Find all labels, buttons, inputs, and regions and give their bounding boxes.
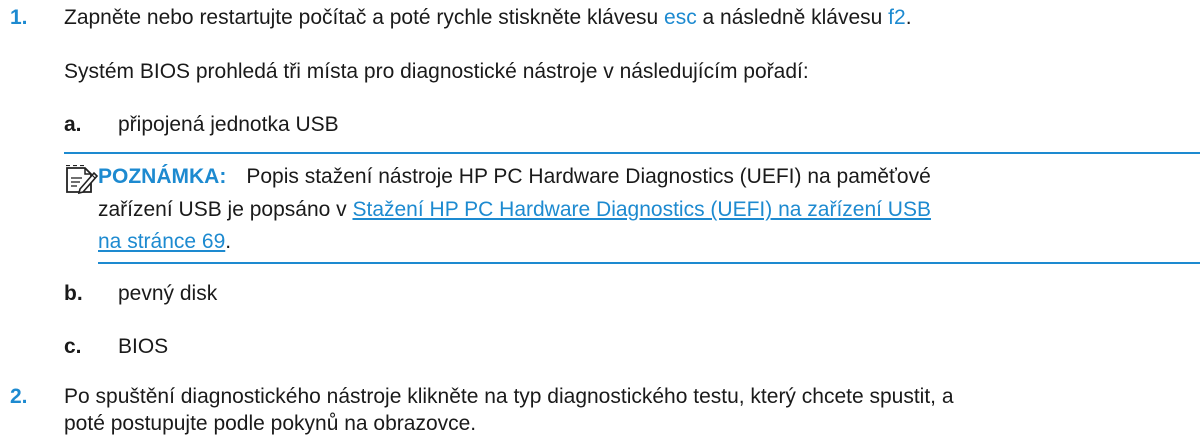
step-2-line-2: poté postupujte podle pokynů na obrazovc… <box>64 412 477 435</box>
note-text-line-2: zařízení USB je popsáno v <box>98 198 353 221</box>
key-esc: esc <box>664 6 697 29</box>
step-1-text-before: Zapněte nebo restartujte počítač a poté … <box>64 6 665 29</box>
step-2-number: 2. <box>10 385 28 408</box>
sub-item-a-letter: a. <box>64 113 82 136</box>
sub-item-c-letter: c. <box>64 335 82 358</box>
note-line-2: zařízení USB je popsáno v Stažení HP PC … <box>98 198 931 222</box>
bios-search-paragraph: Systém BIOS prohledá tři místa pro diagn… <box>64 60 809 83</box>
step-1-number: 1. <box>10 6 28 29</box>
note-text-line-3-after: . <box>225 230 232 253</box>
note-line-1: POZNÁMKA: Popis stažení nástroje HP PC Ha… <box>98 165 931 189</box>
usb-download-link[interactable]: Stažení HP PC Hardware Diagnostics (UEFI… <box>352 198 931 221</box>
note-line-3: na stránce 69. <box>98 230 231 254</box>
note-text-line-1: Popis stažení nástroje HP PC Hardware Di… <box>246 165 931 188</box>
note-label: POZNÁMKA: <box>98 165 227 188</box>
step-2-line-1: Po spuštění diagnostického nástroje klik… <box>64 385 954 408</box>
step-1-text-middle: a následně klávesu <box>696 6 889 29</box>
sub-item-c-text: BIOS <box>118 335 169 358</box>
page-69-link[interactable]: na stránce 69 <box>98 230 225 253</box>
key-f2: f2 <box>888 6 906 29</box>
note-pencil-icon <box>64 164 99 201</box>
step-1-text: Zapněte nebo restartujte počítač a poté … <box>64 6 912 30</box>
note-bottom-rule <box>98 262 1200 264</box>
sub-item-a-text: připojená jednotka USB <box>118 113 339 136</box>
sub-item-b-letter: b. <box>64 282 83 305</box>
sub-item-b-text: pevný disk <box>118 282 218 305</box>
step-1-text-after: . <box>905 6 912 29</box>
note-top-rule <box>64 152 1200 154</box>
